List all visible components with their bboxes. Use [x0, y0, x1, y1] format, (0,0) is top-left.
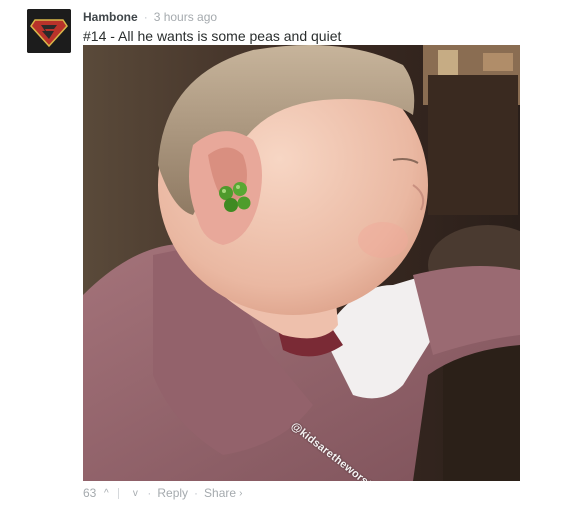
comment-message: #14 - All he wants is some peas and quie… [83, 28, 342, 44]
comment: Hambone · 3 hours ago #14 - All he wants… [0, 0, 570, 515]
chevron-down-icon[interactable]: v [129, 488, 141, 499]
timestamp[interactable]: 3 hours ago [154, 10, 217, 24]
child-ear-peas-photo [83, 45, 520, 481]
author-name[interactable]: Hambone [83, 10, 138, 24]
vote-divider [118, 487, 120, 499]
action-separator: · [147, 486, 152, 500]
superman-logo-icon [27, 9, 71, 53]
meta-separator: · [143, 10, 148, 24]
comment-meta: Hambone · 3 hours ago [83, 9, 217, 25]
share-chevron-icon: › [239, 487, 243, 499]
avatar[interactable] [27, 9, 71, 53]
vote-count: 63 [83, 486, 97, 500]
comment-image[interactable]: @kidsaretheworst [83, 45, 520, 481]
action-separator: · [194, 486, 199, 500]
reply-button[interactable]: Reply [157, 486, 188, 500]
chevron-up-icon[interactable]: ^ [100, 488, 112, 499]
comment-actions: 63 ^ v · Reply · Share › [83, 485, 242, 501]
share-button[interactable]: Share [204, 486, 236, 500]
